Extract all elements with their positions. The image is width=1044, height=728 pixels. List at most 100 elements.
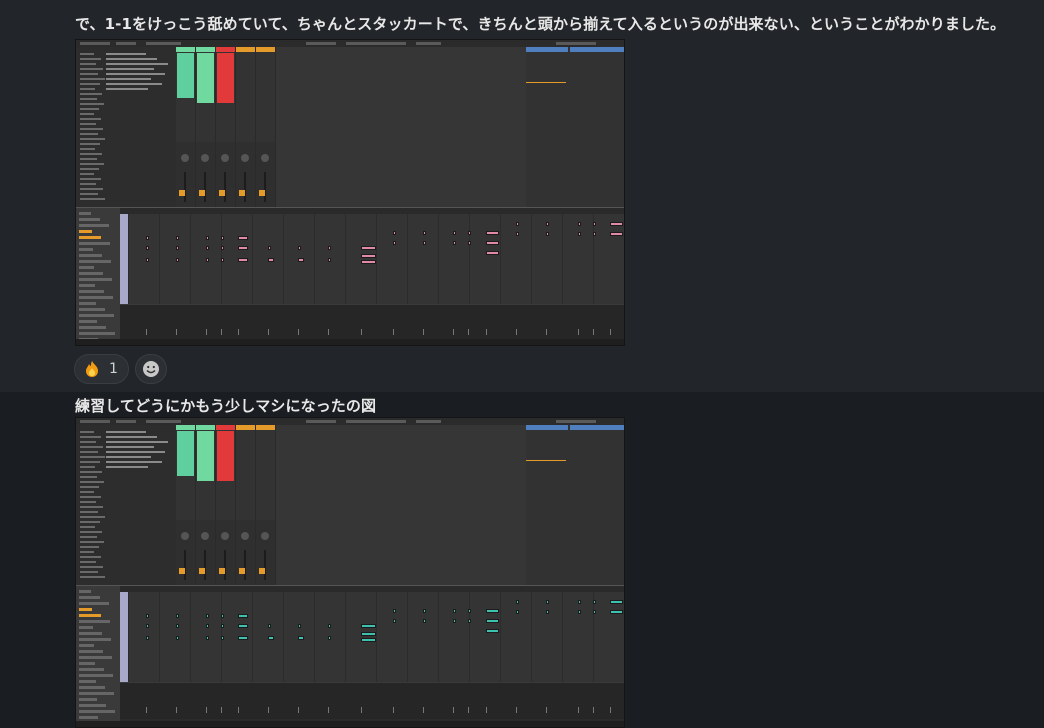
screenshot-detail — [80, 93, 102, 95]
midi-note — [516, 222, 519, 226]
midi-note — [206, 614, 209, 618]
screenshot-detail — [283, 592, 284, 682]
screenshot-detail — [79, 692, 114, 695]
screenshot-detail — [80, 556, 101, 558]
screenshot-detail — [80, 521, 100, 523]
screenshot-detail — [224, 550, 226, 580]
screenshot-detail — [80, 471, 102, 473]
screenshot-detail — [283, 214, 284, 304]
midi-note — [206, 258, 209, 262]
midi-note — [298, 636, 304, 640]
screenshot-detail — [199, 190, 205, 196]
screenshot-detail — [468, 329, 469, 335]
screenshot-track — [176, 47, 196, 207]
screenshot-detail — [106, 88, 148, 90]
midi-note — [486, 231, 499, 235]
screenshot-detail — [79, 638, 111, 641]
midi-note — [176, 636, 179, 640]
midi-note — [610, 610, 623, 614]
screenshot-detail — [224, 172, 226, 202]
screenshot-detail — [261, 532, 269, 540]
screenshot-detail — [79, 314, 114, 317]
screenshot-detail — [80, 68, 103, 70]
screenshot-detail — [159, 592, 160, 682]
midi-note — [268, 636, 274, 640]
screenshot-detail — [468, 707, 469, 713]
screenshot-detail — [238, 707, 239, 713]
screenshot-detail — [393, 329, 394, 335]
screenshot-detail — [80, 506, 103, 508]
midi-note — [516, 610, 519, 614]
midi-note — [238, 258, 248, 262]
midi-note — [328, 246, 331, 250]
screenshot-detail — [486, 707, 487, 713]
screenshot-detail — [80, 496, 101, 498]
screenshot-detail — [593, 214, 594, 304]
screenshot-detail — [106, 83, 162, 85]
screenshot-detail — [346, 42, 406, 45]
screenshot-detail — [423, 329, 424, 335]
midi-note — [593, 610, 596, 614]
screenshot-detail — [562, 214, 563, 304]
screenshot-detail — [593, 592, 594, 682]
reaction-fire[interactable]: 1 — [74, 354, 129, 384]
screenshot-detail — [197, 98, 214, 103]
screenshot-detail — [201, 532, 209, 540]
screenshot-detail — [80, 561, 96, 563]
screenshot-detail — [79, 302, 96, 305]
midi-note — [361, 254, 376, 258]
midi-note — [146, 636, 149, 640]
screenshot-mixer — [256, 142, 275, 207]
midi-note — [453, 619, 456, 623]
screenshot-detail — [345, 592, 346, 682]
screenshot-detail — [106, 441, 168, 443]
midi-note — [546, 222, 549, 226]
midi-note — [206, 624, 209, 628]
midi-note — [298, 624, 301, 628]
screenshot-detail — [328, 707, 329, 713]
screenshot-detail — [80, 481, 104, 483]
screenshot-detail — [80, 98, 97, 100]
midi-note — [468, 231, 471, 235]
screenshot-detail — [106, 68, 154, 70]
screenshot-detail — [244, 172, 246, 202]
screenshot-detail — [79, 290, 104, 293]
screenshot-detail — [314, 592, 315, 682]
screenshot-detail — [259, 190, 265, 196]
screenshot-detail — [570, 425, 624, 430]
screenshot-detail — [80, 546, 99, 548]
screenshot-detail — [79, 704, 106, 707]
midi-note — [361, 246, 376, 250]
screenshot-detail — [80, 103, 104, 105]
screenshot-detail — [516, 707, 517, 713]
screenshot-detail — [376, 592, 377, 682]
screenshot-detail — [176, 425, 195, 430]
screenshot-detail — [176, 329, 177, 335]
screenshot-detail — [80, 486, 99, 488]
midi-note — [516, 232, 519, 236]
screenshot-detail — [79, 644, 94, 647]
screenshot-detail — [201, 154, 209, 162]
screenshot-track — [236, 47, 256, 207]
midi-note — [610, 232, 623, 236]
screenshot-detail — [146, 707, 147, 713]
screenshot-detail — [241, 154, 249, 162]
add-reaction-button[interactable] — [134, 354, 167, 384]
screenshot-detail — [79, 236, 101, 239]
screenshot-detail — [469, 214, 470, 304]
attached-screenshot[interactable] — [75, 417, 625, 728]
screenshot-detail — [298, 707, 299, 713]
screenshot-detail — [79, 674, 113, 677]
attached-screenshot[interactable] — [75, 39, 625, 346]
screenshot-detail — [264, 172, 266, 202]
screenshot-detail — [244, 550, 246, 580]
screenshot-detail — [80, 118, 101, 120]
midi-note — [468, 609, 471, 613]
screenshot-automation-line — [526, 82, 566, 83]
screenshot-velocity-lane — [120, 682, 624, 719]
screenshot-detail — [106, 456, 151, 458]
screenshot-detail — [217, 98, 234, 103]
screenshot-detail — [80, 63, 96, 65]
screenshot-track — [216, 47, 236, 207]
screenshot-track — [236, 425, 256, 585]
